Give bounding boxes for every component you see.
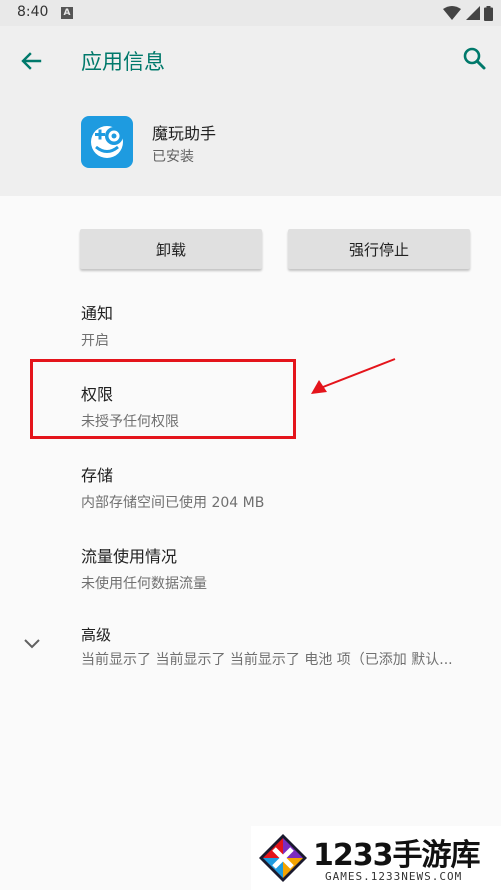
settings-item-subtitle: 未使用任何数据流量: [81, 576, 207, 592]
arrow-back-icon: [21, 52, 42, 70]
uninstall-button[interactable]: 卸载: [80, 229, 262, 269]
signal-icon: [465, 6, 480, 20]
wifi-icon: [443, 6, 462, 20]
app-name: 魔玩助手: [152, 124, 217, 143]
watermark-title: 1233手游库: [313, 838, 480, 873]
settings-item-storage[interactable]: 存储 内部存储空间已使用 204 MB: [81, 462, 264, 512]
settings-item-data-usage[interactable]: 流量使用情况 未使用任何数据流量: [81, 543, 207, 593]
annotation-arrow-icon: [311, 358, 396, 394]
settings-item-title: 流量使用情况: [81, 547, 178, 566]
search-icon: [463, 47, 486, 70]
status-time: 8:40: [17, 4, 49, 20]
settings-item-subtitle: 当前显示了 当前显示了 当前显示了 电池 项（已添加 默认...: [81, 652, 453, 668]
notification-a-icon: A: [61, 7, 73, 19]
app-icon: [81, 116, 133, 168]
watermark: 1233手游库 GAMES.1233NEWS.COM: [251, 826, 501, 890]
back-button[interactable]: [16, 46, 46, 76]
settings-item-subtitle: 内部存储空间已使用 204 MB: [81, 495, 265, 511]
page-title: 应用信息: [81, 50, 165, 74]
settings-item-advanced[interactable]: 高级 当前显示了 当前显示了 当前显示了 电池 项（已添加 默认...: [81, 624, 453, 669]
chevron-down-icon: [24, 639, 40, 649]
watermark-subtitle: GAMES.1233NEWS.COM: [325, 870, 463, 883]
force-stop-button[interactable]: 强行停止: [288, 229, 470, 269]
search-button[interactable]: [460, 44, 490, 74]
app-logo-icon: [91, 126, 123, 158]
app-install-status: 已安装: [152, 149, 194, 165]
highlight-box: [30, 359, 296, 439]
expand-advanced-button[interactable]: [20, 632, 44, 656]
settings-item-title: 高级: [81, 626, 112, 644]
settings-item-subtitle: 开启: [81, 333, 109, 349]
settings-item-notifications[interactable]: 通知 开启: [81, 300, 113, 350]
watermark-logo-icon: [259, 834, 307, 882]
settings-item-title: 通知: [81, 304, 114, 323]
settings-item-title: 存储: [81, 466, 114, 485]
status-bar: 8:40 A: [0, 0, 501, 26]
app-header: 应用信息 魔玩助手 已安装: [0, 26, 501, 196]
status-icons: [443, 5, 493, 21]
battery-icon: [484, 5, 493, 21]
